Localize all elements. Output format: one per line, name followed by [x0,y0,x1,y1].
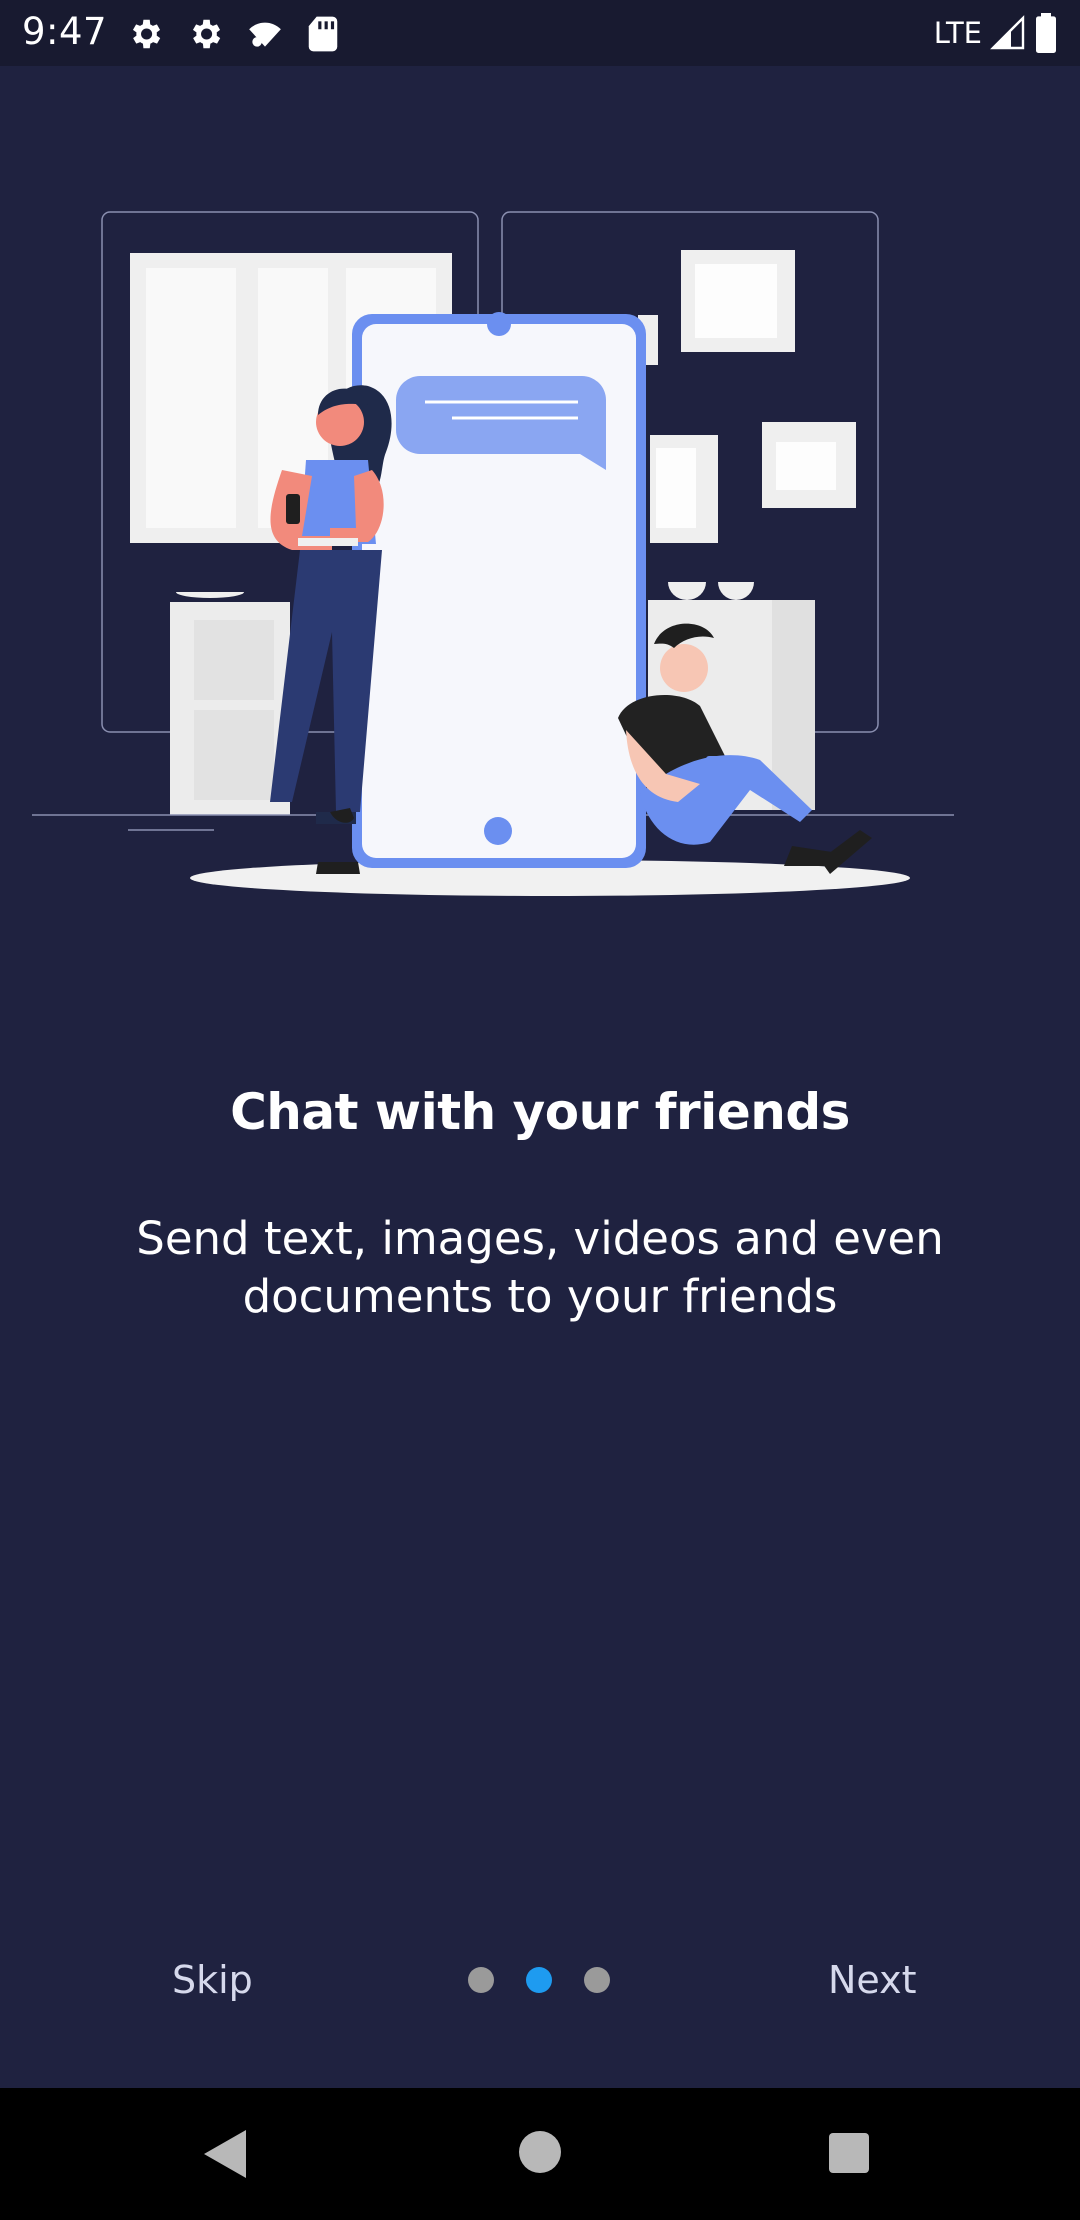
back-icon[interactable] [200,2128,248,2180]
status-icons-left [126,14,340,54]
settings-icon [192,19,221,49]
page-dot-1[interactable] [468,1967,494,1993]
onboarding-illustration [32,211,954,896]
page-dot-2-active[interactable] [526,1967,552,1993]
next-button[interactable]: Next [828,1940,917,2020]
status-bar: 9:47 LTE [0,0,1080,66]
home-icon[interactable] [519,2131,561,2173]
onboarding-description: Send text, images, videos and even docum… [136,1212,944,1323]
status-time: 9:47 [22,10,108,53]
recents-icon[interactable] [829,2133,869,2173]
settings-icon [132,19,161,49]
battery-icon [1036,13,1056,53]
network-type: LTE [933,16,982,50]
signal-wifi-icon [249,22,281,47]
page-dot-3[interactable] [584,1967,610,1993]
page-indicator [468,1967,610,1993]
status-icons-right: LTE [934,12,1058,54]
onboarding-controls: Skip Next [0,1940,1080,2020]
skip-button[interactable]: Skip [172,1940,253,2020]
cell-signal-icon [990,15,1025,50]
system-nav-bar [0,2088,1080,2220]
onboarding-title: Chat with your friends [230,1083,850,1141]
sd-card-icon [308,16,338,52]
